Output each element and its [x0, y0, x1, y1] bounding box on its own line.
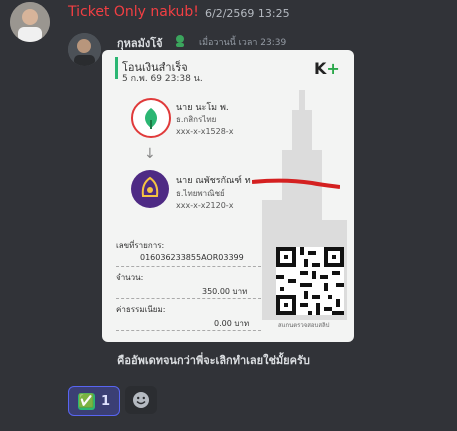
avatar-image — [68, 33, 101, 66]
kplus-logo: K+ — [314, 59, 340, 78]
reaction-count: 1 — [100, 393, 111, 409]
divider — [116, 266, 261, 267]
sender-account: xxx-x-x1528-x — [176, 127, 234, 136]
message-text: คืออัพเดทจนกว่าพี่จะเลิกทำเลยใช่มั้ยครับ — [117, 354, 310, 367]
amount-value: 350.00 บาท — [202, 287, 248, 296]
sender-name: นาย นะโม พ. — [176, 103, 229, 113]
check-mark-icon: ✅ — [77, 392, 95, 410]
reaction-check[interactable]: ✅ 1 — [68, 386, 120, 416]
arrow-down-icon: ↓ — [144, 146, 156, 162]
ref-value: 016036233855AOR03399 — [140, 253, 244, 262]
receiver-name: นาย ณพัชรกัณฑ์ ท — [176, 176, 251, 186]
scb-logo-icon — [131, 170, 169, 208]
timestamp-2: เมื่อวานนี้ เวลา 23:39 — [199, 38, 287, 48]
qr-caption: สแกนตรวจสอบสลิป — [278, 322, 330, 329]
avatar-sender-2[interactable] — [68, 33, 101, 66]
accent-bar — [115, 57, 118, 79]
divider — [116, 330, 261, 331]
divider — [116, 298, 261, 299]
redaction-mark — [251, 175, 341, 189]
avatar-ticket-only[interactable] — [10, 2, 50, 42]
role-badge-icon — [173, 33, 187, 47]
slip-datetime: 5 ก.พ. 69 23:38 น. — [122, 74, 203, 84]
smiley-icon — [133, 392, 149, 408]
kplus-logo-letter: K — [314, 59, 327, 78]
amount-label: จำนวน: — [116, 273, 144, 282]
ref-label: เลขที่รายการ: — [116, 241, 165, 250]
qr-code-icon — [276, 247, 344, 315]
username-1[interactable]: Ticket Only nakub! — [68, 4, 199, 20]
add-reaction-button[interactable] — [125, 386, 157, 414]
transfer-slip-image[interactable]: โอนเงินสำเร็จ 5 ก.พ. 69 23:38 น. K+ นาย … — [102, 50, 354, 342]
kplus-logo-plus: + — [326, 59, 340, 78]
avatar-image — [10, 2, 50, 42]
sender-bank: ธ.กสิกรไทย — [176, 115, 217, 124]
kbank-logo-icon — [131, 98, 171, 138]
timestamp-1: 6/2/2569 13:25 — [205, 7, 290, 20]
fee-value: 0.00 บาท — [214, 319, 250, 328]
receiver-account: xxx-x-x2120-x — [176, 201, 234, 210]
receiver-bank: ธ.ไทยพาณิชย์ — [176, 189, 225, 198]
fee-label: ค่าธรรมเนียม: — [116, 305, 166, 314]
